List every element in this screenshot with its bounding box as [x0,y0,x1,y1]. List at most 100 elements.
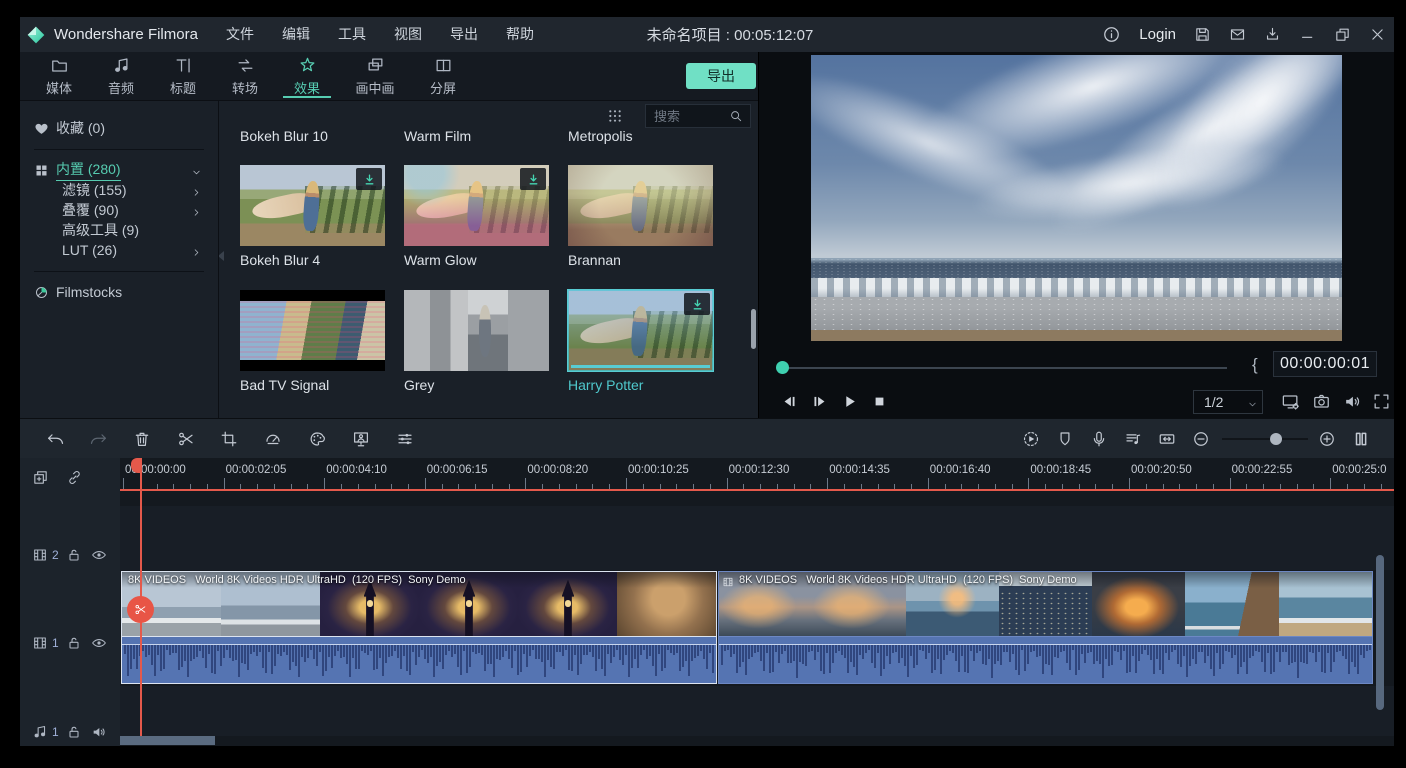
mark-in-icon[interactable]: { [1252,355,1258,375]
delete-icon[interactable] [133,430,151,448]
stop-button[interactable] [871,393,888,410]
playback-quality-select[interactable]: 1/2 [1193,390,1263,414]
download-badge[interactable] [356,168,382,190]
effect-grey[interactable]: Grey [404,290,549,393]
export-button[interactable]: 导出 [686,63,756,89]
sidebar-item-filmstocks[interactable]: Filmstocks [34,282,218,302]
minimize-button[interactable] [1299,26,1316,43]
chevron-right-icon[interactable] [191,185,202,196]
sidebar-item-built-in[interactable]: 内置 (280) [34,160,218,180]
tab-audio[interactable]: 音频 [90,52,152,100]
add-track-icon[interactable] [32,469,49,486]
grid-view-icon[interactable] [607,108,623,124]
play-button[interactable] [841,393,858,410]
volume-icon[interactable] [1343,392,1362,411]
playhead-scissors-badge[interactable] [127,596,154,623]
next-frame-button[interactable] [811,393,828,410]
chevron-right-icon[interactable] [191,205,202,216]
effect-label[interactable]: Metropolis [568,131,633,144]
effect-label[interactable]: Warm Film [404,131,471,144]
video-track-2[interactable] [120,506,1394,570]
clip-1-waveform[interactable] [121,637,717,684]
effect-warm-glow[interactable]: Warm Glow [404,165,549,268]
speaker-icon[interactable] [91,724,107,740]
tab-pip[interactable]: 画中画 [338,52,412,100]
color-palette-icon[interactable] [308,430,326,448]
download-badge[interactable] [520,168,546,190]
clip-2-waveform[interactable] [718,637,1373,684]
sidebar-item-advanced-tools[interactable]: 高级工具 (9) [62,220,218,240]
sidebar-item-overlays[interactable]: 叠覆 (90) [62,200,218,220]
login-button[interactable]: Login [1139,26,1176,43]
split-scissors-icon[interactable] [177,430,195,448]
fit-timeline-icon[interactable] [1158,430,1176,448]
tab-titles[interactable]: 标题 [152,52,214,100]
search-box[interactable] [645,104,751,128]
info-icon[interactable] [1102,25,1121,44]
render-preview-icon[interactable] [1022,430,1040,448]
timeline-horizontal-scrollbar[interactable] [120,736,215,745]
effects-scrollbar[interactable] [751,309,756,349]
crop-icon[interactable] [220,430,238,448]
timeline-playhead[interactable] [140,458,142,738]
adjust-sliders-icon[interactable] [396,430,414,448]
redo-icon[interactable] [90,430,108,448]
chevron-right-icon[interactable] [191,245,202,256]
menu-export[interactable]: 导出 [436,17,492,52]
tab-splitscreen[interactable]: 分屏 [412,52,474,100]
fullscreen-icon[interactable] [1372,392,1391,411]
tab-media[interactable]: 媒体 [28,52,90,100]
menu-edit[interactable]: 编辑 [268,17,324,52]
lock-icon[interactable] [66,547,82,563]
eye-icon[interactable] [91,635,107,651]
effect-bad-tv-signal[interactable]: Bad TV Signal [240,290,385,393]
download-badge[interactable] [684,293,710,315]
audio-mixer-icon[interactable] [1124,430,1142,448]
chevron-down-icon[interactable] [191,165,202,176]
menu-view[interactable]: 视图 [380,17,436,52]
previous-frame-button[interactable] [781,393,798,410]
playhead-flag[interactable] [131,458,141,473]
preview-playhead-dot[interactable] [776,361,789,374]
dual-panel-icon[interactable] [1352,430,1370,448]
close-button[interactable] [1369,26,1386,43]
timeline-zoom-slider[interactable] [1222,438,1308,440]
timeline-clip-2[interactable]: 8K VIDEOS World 8K Videos HDR UltraHD (1… [718,571,1373,637]
record-voiceover-icon[interactable] [1090,430,1108,448]
mail-icon[interactable] [1229,26,1246,43]
effect-bokeh-blur-4[interactable]: Bokeh Blur 4 [240,165,385,268]
zoom-slider-knob[interactable] [1270,433,1282,445]
snapshot-camera-icon[interactable] [1312,392,1331,411]
lock-icon[interactable] [66,635,82,651]
download-icon[interactable] [1264,26,1281,43]
tab-transitions[interactable]: 转场 [214,52,276,100]
timeline-ruler[interactable]: 00:00:00:0000:00:02:0500:00:04:1000:00:0… [120,458,1394,491]
tab-effects[interactable]: 效果 [276,52,338,100]
sidebar-item-favorites[interactable]: 收藏 (0) [34,118,218,138]
zoom-out-icon[interactable] [1192,430,1210,448]
timeline-vertical-scrollbar[interactable] [1376,555,1384,710]
effect-harry-potter[interactable]: Harry Potter [568,290,713,393]
audio-track-1[interactable] [120,686,1394,736]
display-settings-icon[interactable] [1281,392,1300,411]
sidebar-item-lut[interactable]: LUT (26) [62,240,218,260]
marker-icon[interactable] [1056,430,1074,448]
preview-scrub-bar[interactable] [783,367,1227,369]
speed-icon[interactable] [264,430,282,448]
preview-timecode[interactable]: 00:00:00:01 [1273,351,1377,377]
eye-icon[interactable] [91,547,107,563]
save-icon[interactable] [1194,26,1211,43]
lock-icon[interactable] [66,724,82,740]
link-icon[interactable] [66,469,83,486]
search-input[interactable] [646,109,729,124]
timeline-clip-1[interactable]: 8K VIDEOS World 8K Videos HDR UltraHD (1… [121,571,717,637]
effect-brannan[interactable]: Brannan [568,165,713,268]
menu-file[interactable]: 文件 [212,17,268,52]
restore-button[interactable] [1334,26,1351,43]
green-screen-icon[interactable] [352,430,370,448]
menu-tools[interactable]: 工具 [324,17,380,52]
menu-help[interactable]: 帮助 [492,17,548,52]
effect-label[interactable]: Bokeh Blur 10 [240,131,328,144]
undo-icon[interactable] [46,430,64,448]
zoom-in-icon[interactable] [1318,430,1336,448]
